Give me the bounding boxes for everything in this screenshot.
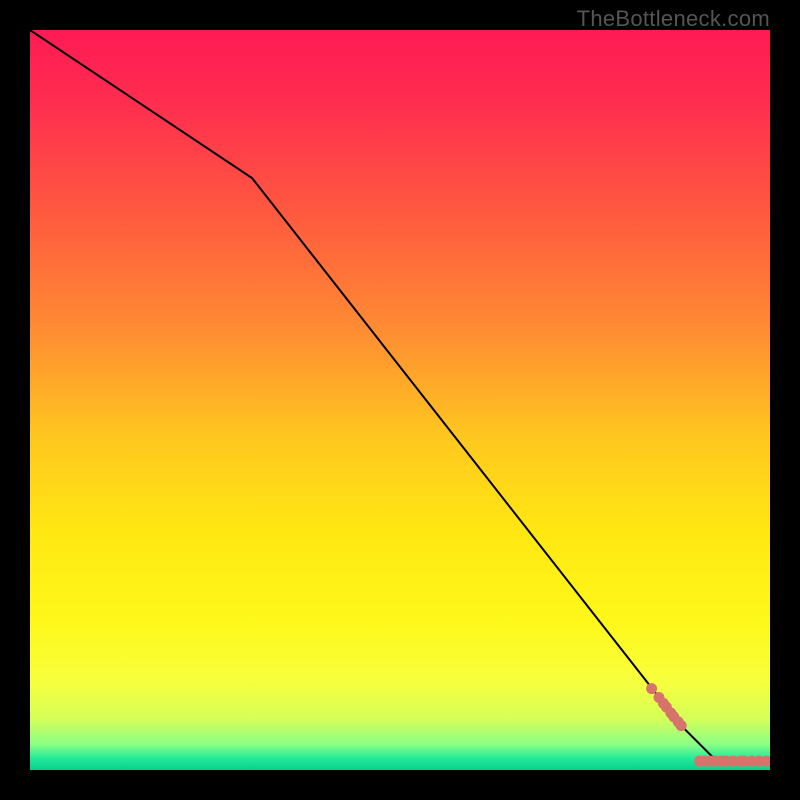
plot-area: [30, 30, 770, 770]
gradient-background: [30, 30, 770, 770]
watermark-text: TheBottleneck.com: [577, 6, 770, 32]
chart-container: TheBottleneck.com: [0, 0, 800, 800]
